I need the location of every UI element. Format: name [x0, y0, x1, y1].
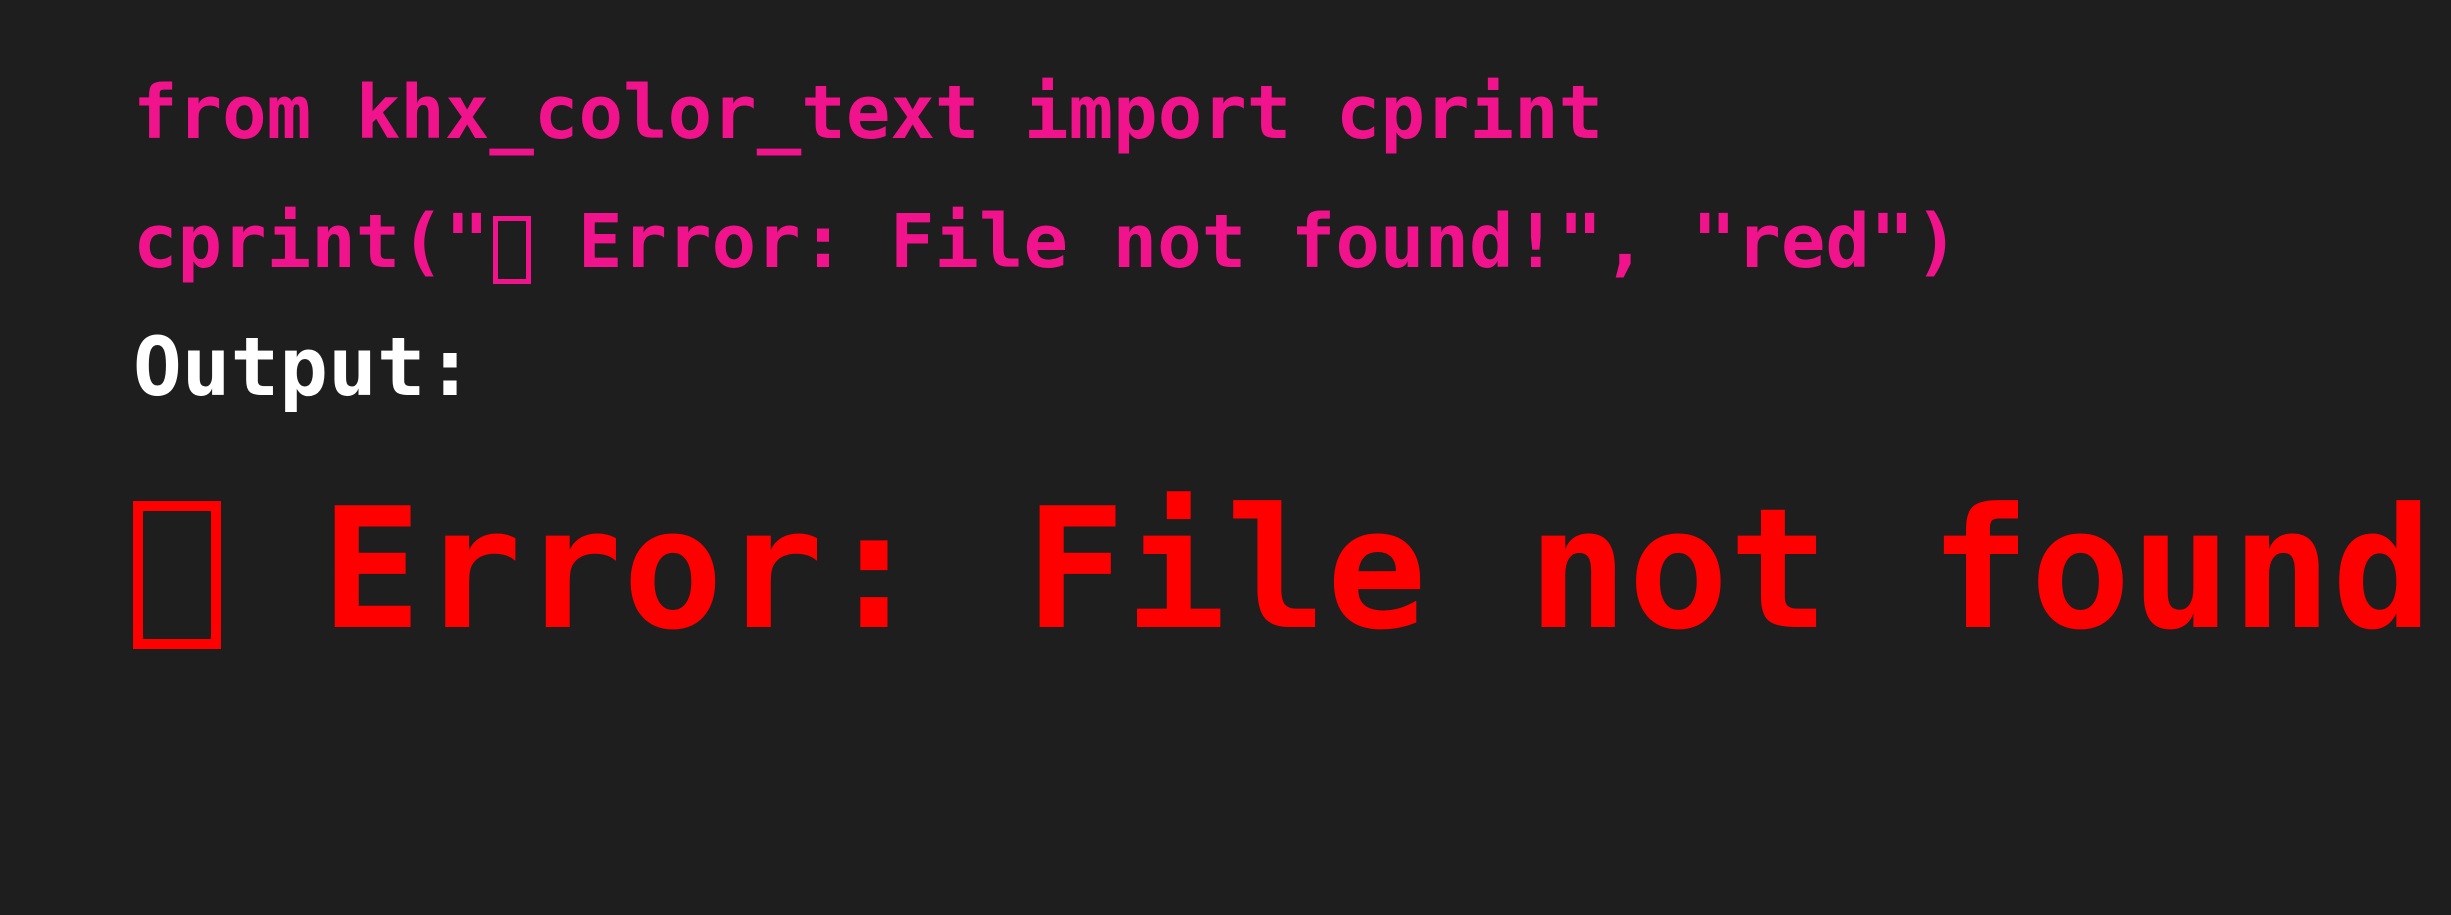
output-error-message: Error: File not found! — [133, 487, 2451, 654]
output-error-text: Error: File not found! — [321, 473, 2451, 667]
code-line-cprint-prefix: cprint(" — [133, 199, 490, 285]
output-label: Output: — [133, 321, 475, 415]
code-line-cprint-suffix: Error: File not found!", "red") — [533, 199, 1960, 285]
code-snippet-image: from khx_color_text import cprint cprint… — [0, 0, 2451, 915]
code-line-cprint-call: cprint(" Error: File not found!", "red") — [133, 205, 1959, 285]
missing-glyph-icon — [133, 500, 221, 649]
missing-glyph-icon — [493, 216, 532, 285]
code-line-import: from khx_color_text import cprint — [133, 70, 1604, 156]
